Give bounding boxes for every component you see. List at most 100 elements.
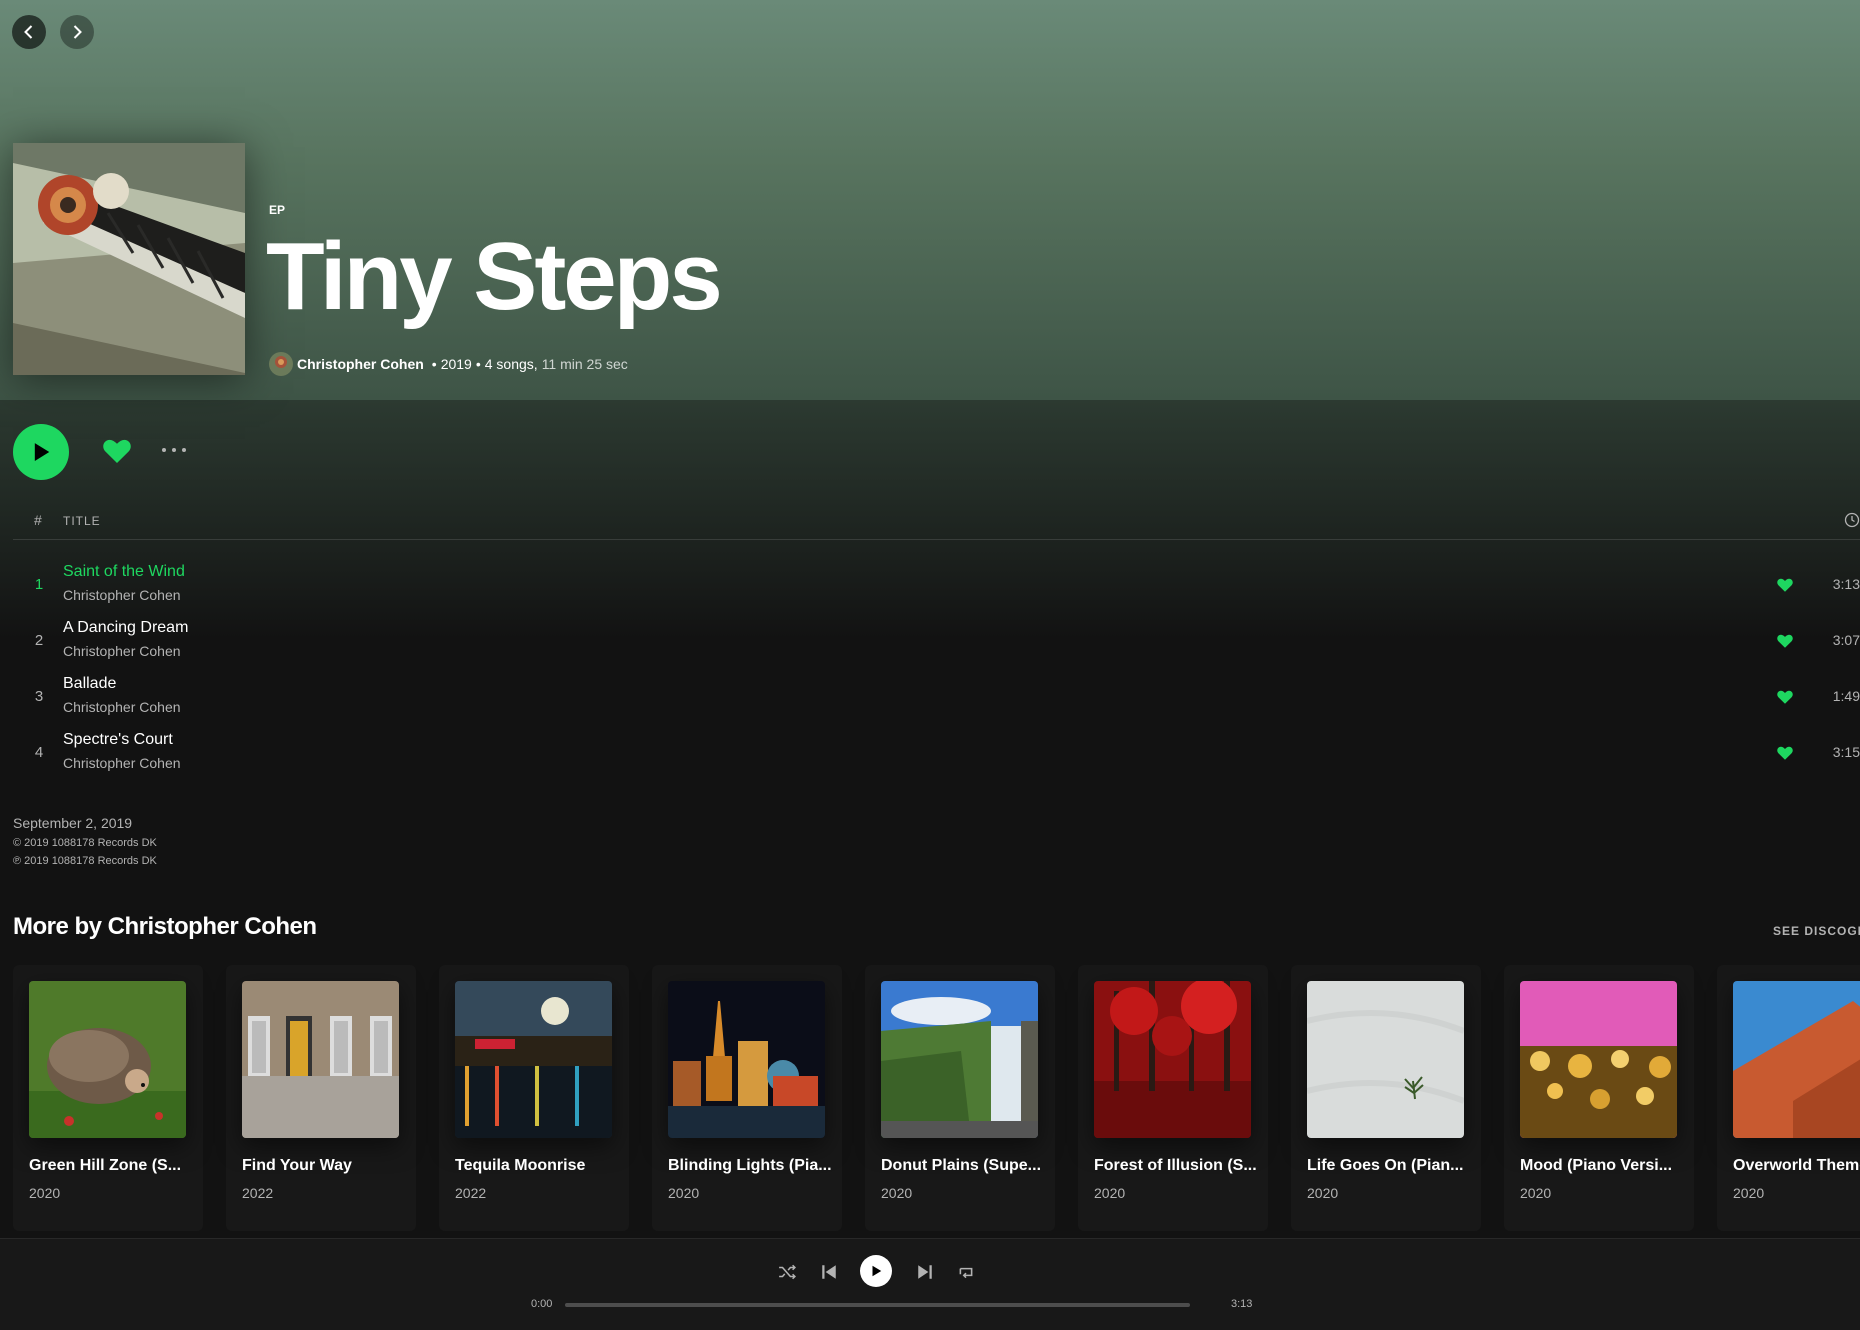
more-by-artist-heading[interactable]: More by Christopher Cohen [13,913,317,941]
track-artist[interactable]: Christopher Cohen [63,587,181,603]
album-card-cover [242,981,399,1138]
album-meta: Christopher Cohen • 2019 • 4 songs, 11 m… [269,352,628,376]
track-row[interactable]: 1 Saint of the Wind Christopher Cohen 3:… [13,558,1860,614]
album-card[interactable]: Overworld Theme 2020 [1717,965,1860,1231]
album-card-cover [881,981,1038,1138]
album-card[interactable]: Green Hill Zone (S... 2020 [13,965,203,1231]
album-title: Tiny Steps [266,223,723,330]
chevron-right-icon [73,25,82,39]
track-list: 1 Saint of the Wind Christopher Cohen 3:… [13,558,1860,782]
playback-progress-bar[interactable] [565,1303,1190,1307]
track-title[interactable]: Ballade [63,675,116,693]
album-card-year: 2022 [242,1185,274,1201]
more-by-artist-shelf: Green Hill Zone (S... 2020 Find Your Way… [13,965,1860,1231]
repeat-button[interactable] [957,1263,975,1286]
track-number: 3 [34,688,44,705]
heart-filled-icon[interactable] [1776,744,1794,767]
track-row[interactable]: 2 A Dancing Dream Christopher Cohen 3:07 [13,614,1860,670]
album-card-title: Tequila Moonrise [455,1157,586,1174]
heart-filled-icon[interactable] [1776,632,1794,655]
track-number: 1 [34,576,44,593]
track-row[interactable]: 4 Spectre's Court Christopher Cohen 3:15 [13,726,1860,782]
album-card-title: Green Hill Zone (S... [29,1157,182,1174]
album-card-title: Donut Plains (Supe... [881,1157,1042,1174]
shuffle-icon [779,1264,796,1280]
album-card-year: 2020 [29,1185,61,1201]
heart-filled-icon [103,439,131,463]
heart-filled-icon[interactable] [1776,576,1794,599]
forward-button[interactable] [60,15,94,49]
copyright-text: © 2019 1088178 Records DK [13,837,157,849]
play-button[interactable] [13,424,69,480]
album-year: 2019 [440,356,472,372]
total-time: 3:13 [1231,1298,1253,1310]
chevron-left-icon [24,25,33,39]
album-card[interactable]: Tequila Moonrise 2022 [439,965,629,1231]
release-date: September 2, 2019 [13,815,133,831]
track-duration: 3:07 [1832,632,1860,648]
album-card-year: 2020 [1520,1185,1552,1201]
meta-separator: • [475,356,481,372]
track-duration: 3:15 [1832,744,1860,760]
album-card-cover [455,981,612,1138]
track-title[interactable]: Spectre's Court [63,731,173,749]
album-card-cover [1094,981,1251,1138]
track-title[interactable]: Saint of the Wind [63,563,185,581]
track-table-header: # TITLE [13,512,1860,540]
phonogram-text: ℗ 2019 1088178 Records DK [13,855,157,867]
skip-forward-icon [918,1265,932,1279]
track-duration: 3:13 [1832,576,1860,592]
album-card[interactable]: Forest of Illusion (S... 2020 [1078,965,1268,1231]
album-card-year: 2022 [455,1185,487,1201]
album-card-cover [668,981,825,1138]
album-cover [13,143,245,375]
artist-link[interactable]: Christopher Cohen [297,356,424,372]
album-card[interactable]: Donut Plains (Supe... 2020 [865,965,1055,1231]
album-header-background [0,0,1860,400]
track-artist[interactable]: Christopher Cohen [63,755,181,771]
album-card[interactable]: Mood (Piano Versi... 2020 [1504,965,1694,1231]
album-card-title: Overworld Theme [1733,1157,1860,1174]
album-card-year: 2020 [1094,1185,1126,1201]
album-card[interactable]: Blinding Lights (Pia... 2020 [652,965,842,1231]
album-card-title: Life Goes On (Pian... [1307,1157,1464,1174]
album-card-title: Mood (Piano Versi... [1520,1157,1673,1174]
clock-icon [1844,512,1860,531]
album-card-year: 2020 [881,1185,913,1201]
track-title[interactable]: A Dancing Dream [63,619,188,637]
track-number: 2 [34,632,44,649]
album-card-title: Find Your Way [242,1157,352,1174]
heart-filled-icon[interactable] [1776,688,1794,711]
album-duration: 11 min 25 sec [541,356,628,372]
album-card-year: 2020 [668,1185,700,1201]
shuffle-button[interactable] [778,1263,796,1286]
song-count: 4 songs, [484,356,538,372]
skip-back-icon [822,1265,836,1279]
current-time: 0:00 [531,1298,553,1310]
track-row[interactable]: 3 Ballade Christopher Cohen 1:49 [13,670,1860,726]
track-artist[interactable]: Christopher Cohen [63,699,181,715]
meta-separator: • [431,356,437,372]
album-card[interactable]: Life Goes On (Pian... 2020 [1291,965,1481,1231]
title-column-header: TITLE [63,514,101,528]
album-card-year: 2020 [1733,1185,1765,1201]
see-discography-link[interactable]: SEE DISCOGRAPHY [1773,924,1860,938]
album-card-cover [1733,981,1860,1138]
track-duration: 1:49 [1832,688,1860,704]
number-column-header: # [34,512,43,528]
album-card-year: 2020 [1307,1185,1339,1201]
track-artist[interactable]: Christopher Cohen [63,643,181,659]
more-dots-icon [162,448,186,452]
album-card[interactable]: Find Your Way 2022 [226,965,416,1231]
player-play-button[interactable] [860,1255,892,1287]
like-album-button[interactable] [101,435,133,472]
play-icon [34,443,50,461]
next-button[interactable] [916,1263,934,1286]
more-options-button[interactable] [160,438,188,468]
album-card-title: Blinding Lights (Pia... [668,1157,832,1174]
play-icon [872,1265,882,1277]
artist-avatar[interactable] [269,352,293,376]
previous-button[interactable] [820,1263,838,1286]
back-button[interactable] [12,15,46,49]
track-number: 4 [34,744,44,761]
